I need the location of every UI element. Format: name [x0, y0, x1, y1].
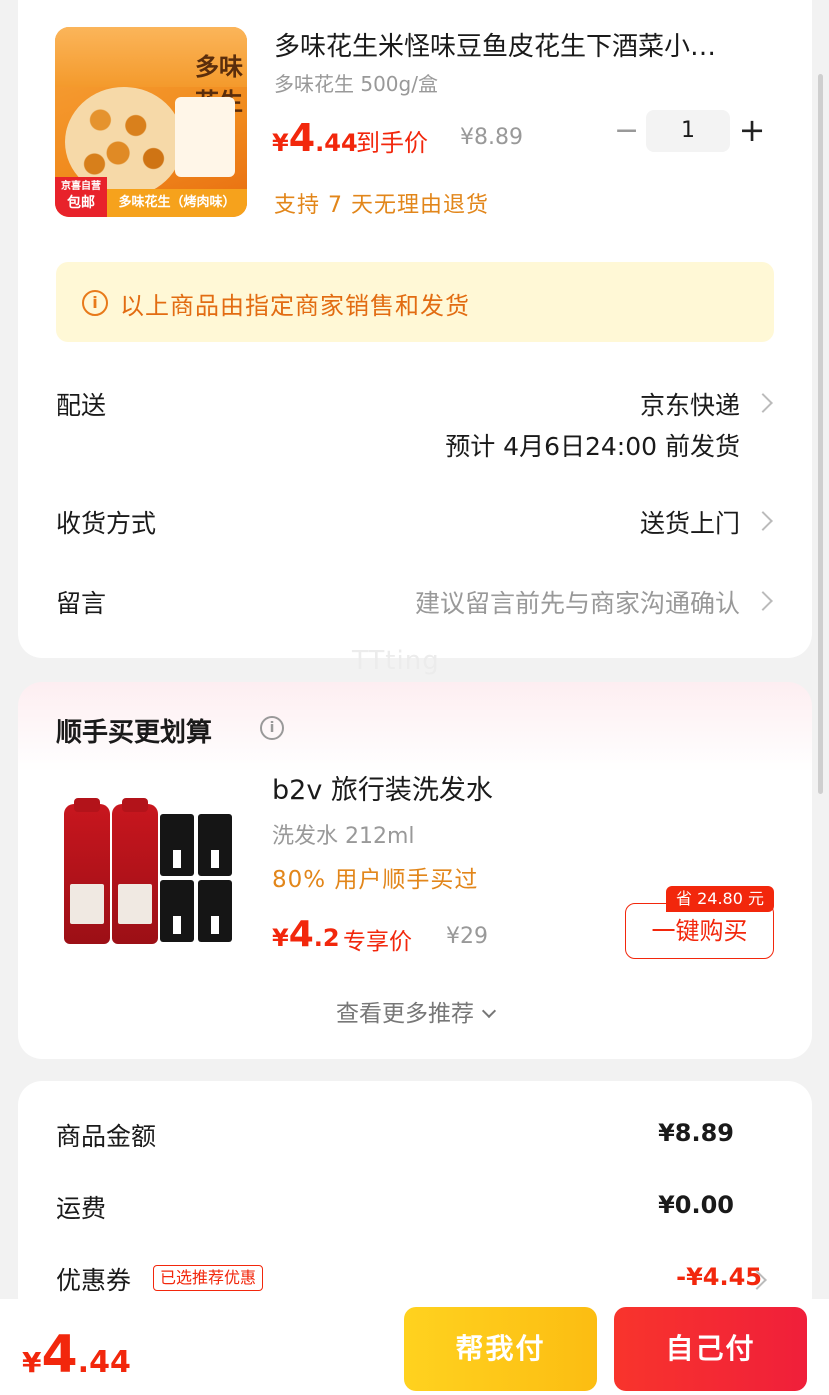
- original-price: ¥8.89: [460, 125, 523, 150]
- pay-myself-button[interactable]: 自己付: [614, 1307, 807, 1391]
- total-price: ¥4.44: [22, 1325, 131, 1385]
- flavor-tag: 多味花生（烤肉味）: [107, 189, 247, 217]
- delivery-eta: 预计 4月6日24:00 前发货: [445, 432, 740, 461]
- shipping-fee-value: ¥0.00: [658, 1191, 734, 1219]
- message-chevron-icon[interactable]: [753, 591, 773, 611]
- order-product-card: 多味花生 京喜自营 包邮 多味花生（烤肉味） 多味花生米怪味豆鱼皮花生下酒菜小……: [18, 0, 812, 658]
- goods-amount-label: 商品金额: [56, 1122, 157, 1151]
- shipping-fee-label: 运费: [56, 1194, 107, 1223]
- watermark: TTting: [352, 646, 440, 676]
- receive-method-label: 收货方式: [56, 509, 157, 538]
- help-me-pay-button[interactable]: 帮我付: [404, 1307, 597, 1391]
- product-title[interactable]: 多味花生米怪味豆鱼皮花生下酒菜小…: [274, 26, 764, 63]
- seller-notice: i 以上商品由指定商家销售和发货: [56, 262, 774, 342]
- total-currency: ¥: [22, 1346, 42, 1379]
- coupon-label: 优惠券: [56, 1266, 132, 1295]
- quantity-input[interactable]: 1: [646, 110, 730, 152]
- recommendation-title: 顺手买更划算: [56, 718, 213, 748]
- sachet-picture: [160, 814, 194, 876]
- quantity-minus-button[interactable]: −: [614, 113, 639, 153]
- snack-bag-picture: [175, 97, 235, 177]
- shampoo-bottle-picture: [64, 798, 110, 944]
- product-price: ¥4.44: [272, 116, 358, 160]
- price-summary-card: 商品金额 ¥8.89 运费 ¥0.00 优惠券 已选推荐优惠 -¥4.45: [18, 1081, 812, 1321]
- recommended-product-title[interactable]: b2v 旅行装洗发水: [272, 768, 493, 807]
- bottle-label: [118, 884, 152, 924]
- exclusive-price-label: 专享价: [343, 929, 412, 955]
- recommended-product-popularity: 80% 用户顺手买过: [272, 867, 479, 893]
- chevron-down-icon: [481, 1003, 497, 1019]
- savings-badge: 省 24.80 元: [666, 886, 774, 912]
- price-currency: ¥: [272, 924, 289, 952]
- delivery-chevron-icon[interactable]: [753, 393, 773, 413]
- coupon-selected-tag: 已选推荐优惠: [153, 1265, 264, 1291]
- message-label: 留言: [56, 589, 107, 618]
- total-integer: 4: [41, 1325, 78, 1385]
- view-more-recommendations[interactable]: 查看更多推荐: [18, 994, 812, 1028]
- info-icon: i: [82, 290, 108, 316]
- total-decimal: .44: [77, 1345, 131, 1380]
- sachet-picture: [198, 880, 232, 942]
- price-decimal: .44: [315, 129, 358, 157]
- recommended-original-price: ¥29: [446, 924, 488, 949]
- recommendation-info-icon[interactable]: i: [260, 716, 284, 740]
- receive-method-chevron-icon[interactable]: [753, 511, 773, 531]
- price-integer: 4: [288, 116, 316, 160]
- price-decimal: .2: [313, 924, 340, 952]
- sachet-strip: [211, 850, 219, 868]
- recommended-product-image[interactable]: [56, 770, 246, 960]
- shampoo-bottle-picture: [112, 798, 158, 944]
- product-spec: 多味花生 500g/盒: [274, 72, 438, 96]
- quantity-plus-button[interactable]: +: [738, 110, 766, 152]
- tag-free-shipping-text: 包邮: [67, 195, 95, 211]
- sachet-strip: [173, 850, 181, 868]
- recommended-product-price: ¥4.2: [272, 914, 340, 955]
- seller-notice-text: 以上商品由指定商家销售和发货: [120, 292, 470, 320]
- goods-amount-value: ¥8.89: [658, 1119, 734, 1147]
- checkout-bar: ¥4.44 帮我付 自己付: [0, 1299, 829, 1395]
- scrollbar[interactable]: [818, 74, 823, 794]
- tag-jd-text: 京喜自营: [61, 181, 101, 192]
- price-integer: 4: [288, 914, 314, 955]
- return-policy: 支持 7 天无理由退货: [274, 193, 489, 218]
- sachet-picture: [198, 814, 232, 876]
- final-price-label: 到手价: [356, 129, 428, 157]
- jd-self-operated-tag: 京喜自营 包邮: [55, 177, 107, 217]
- view-more-label: 查看更多推荐: [336, 1001, 474, 1027]
- recommendation-card: 顺手买更划算 i b2v 旅行装洗发水 洗发水 212ml 80% 用户顺手买过…: [18, 682, 812, 1059]
- sachet-picture: [160, 880, 194, 942]
- recommended-product-spec: 洗发水 212ml: [272, 824, 415, 849]
- price-currency: ¥: [272, 129, 289, 157]
- delivery-label: 配送: [56, 391, 107, 420]
- delivery-method[interactable]: 京东快递: [640, 386, 740, 422]
- sachet-strip: [211, 916, 219, 934]
- bottle-label: [70, 884, 104, 924]
- receive-method-value[interactable]: 送货上门: [640, 504, 740, 540]
- message-input[interactable]: 建议留言前先与商家沟通确认: [415, 584, 740, 620]
- product-image[interactable]: 多味花生 京喜自营 包邮 多味花生（烤肉味）: [55, 27, 247, 217]
- sachet-strip: [173, 916, 181, 934]
